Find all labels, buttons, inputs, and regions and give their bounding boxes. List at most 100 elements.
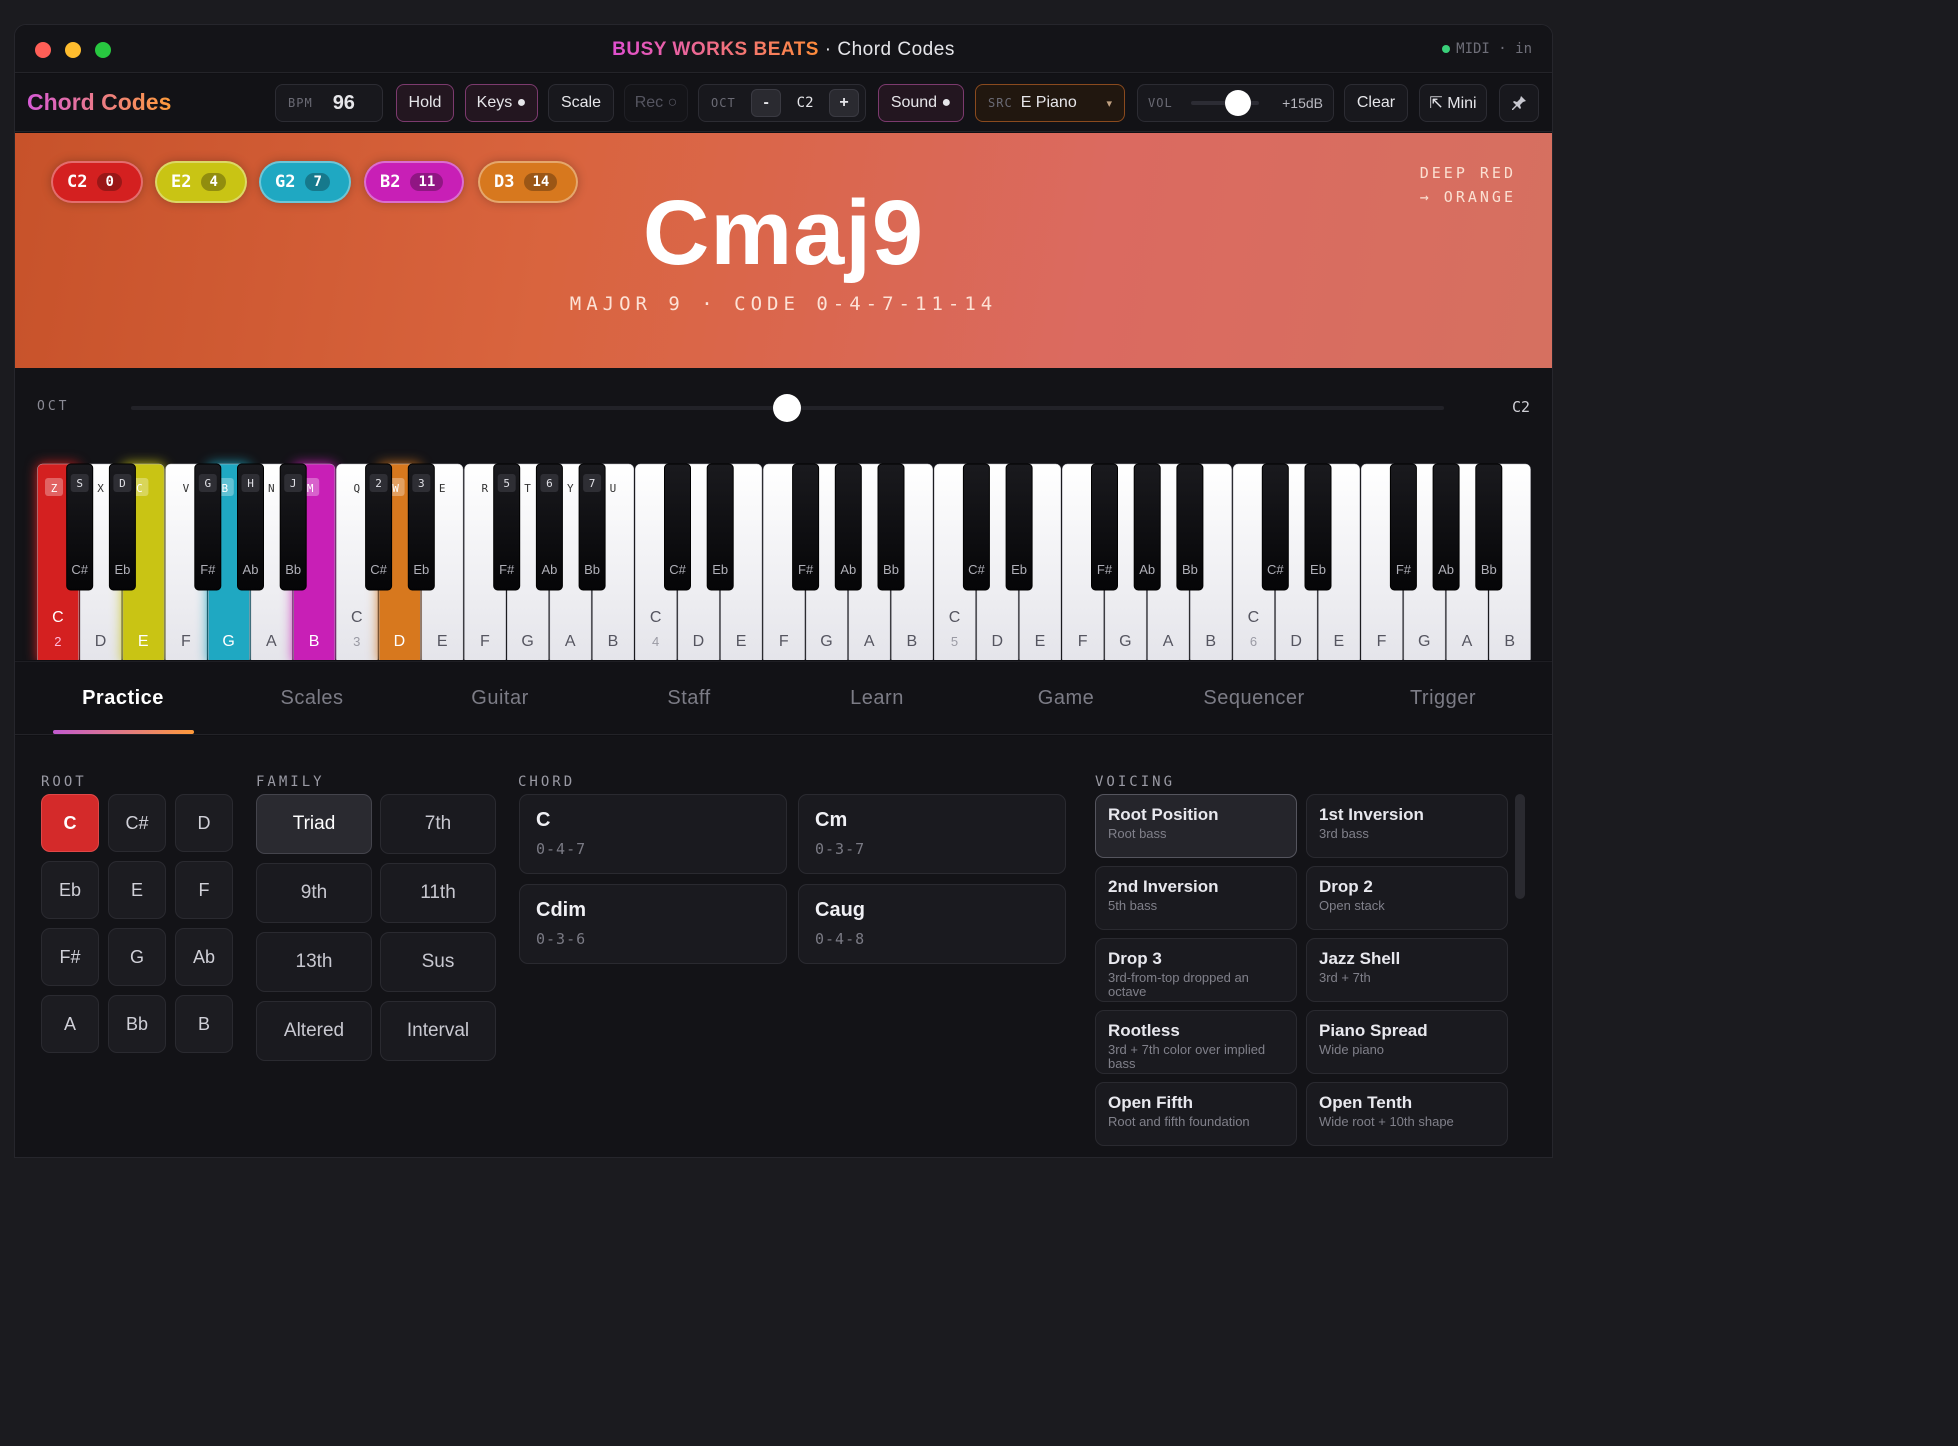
octave-label: OCT	[711, 96, 736, 110]
black-key[interactable]: C#	[962, 463, 990, 591]
tab-sequencer[interactable]: Sequencer	[1194, 687, 1314, 710]
white-key-label: F	[1377, 633, 1387, 650]
voicing-option[interactable]: Rootless 3rd + 7th color over implied bas…	[1095, 1010, 1297, 1074]
voicing-option[interactable]: Drop 2 Open stack	[1306, 866, 1508, 930]
voicing-name: Drop 2	[1319, 877, 1373, 896]
tab-guitar[interactable]: Guitar	[440, 687, 560, 710]
octave-down-button[interactable]: -	[751, 89, 782, 117]
black-key[interactable]: Eb	[706, 463, 734, 591]
family-button[interactable]: 7th	[380, 794, 496, 854]
black-key[interactable]: Ab	[1133, 463, 1161, 591]
bpm-field[interactable]: BPM 96	[275, 84, 383, 122]
sound-toggle[interactable]: Sound ●	[878, 84, 964, 122]
chord-card[interactable]: Cm 0-3-7	[798, 794, 1066, 874]
root-button[interactable]: G	[108, 928, 166, 986]
clear-button[interactable]: Clear	[1344, 84, 1408, 122]
tab-staff[interactable]: Staff	[629, 687, 749, 710]
black-key[interactable]: F#	[1389, 463, 1417, 591]
family-button[interactable]: 13th	[256, 932, 372, 992]
chord-card[interactable]: Caug 0-4-8	[798, 884, 1066, 964]
family-button[interactable]: Altered	[256, 1001, 372, 1061]
black-key[interactable]: F#	[792, 463, 820, 591]
root-button[interactable]: E	[108, 861, 166, 919]
octave-slider-thumb[interactable]	[773, 394, 801, 422]
octave-slider-value: C2	[1511, 398, 1530, 416]
black-key[interactable]: Bb J	[279, 463, 307, 591]
black-key[interactable]: Bb	[877, 463, 905, 591]
chord-card[interactable]: C 0-4-7	[519, 794, 787, 874]
black-key-shortcut: D	[119, 477, 126, 490]
family-button[interactable]: 11th	[380, 863, 496, 923]
keys-toggle[interactable]: Keys ●	[465, 84, 538, 122]
volume-slider-thumb[interactable]	[1225, 90, 1252, 116]
black-key[interactable]: Eb	[1304, 463, 1332, 591]
voicing-option[interactable]: 1st Inversion 3rd bass	[1306, 794, 1508, 858]
voicing-option[interactable]: Open Tenth Wide root + 10th shape	[1306, 1082, 1508, 1146]
root-button[interactable]: Eb	[41, 861, 99, 919]
root-button[interactable]: Bb	[108, 995, 166, 1053]
white-key-label: F	[779, 633, 789, 650]
family-button[interactable]: Sus	[380, 932, 496, 992]
white-key-shortcut: B	[221, 482, 228, 495]
voicing-option[interactable]: Jazz Shell 3rd + 7th	[1306, 938, 1508, 1002]
black-key-label: C#	[1267, 562, 1284, 577]
scale-button[interactable]: Scale	[548, 84, 614, 122]
tab-scales[interactable]: Scales	[252, 687, 372, 710]
root-button[interactable]: Ab	[175, 928, 233, 986]
black-key[interactable]: Eb	[1005, 463, 1033, 591]
app-window: BUSY WORKS BEATS · Chord Codes MIDI · in…	[14, 24, 1553, 1158]
source-select[interactable]: SRC E Piano ▾	[975, 84, 1125, 122]
root-button[interactable]: B	[175, 995, 233, 1053]
hold-button[interactable]: Hold	[396, 84, 454, 122]
root-button[interactable]: A	[41, 995, 99, 1053]
black-key[interactable]: F#	[1091, 463, 1118, 591]
voicing-section-label: VOICING	[1095, 774, 1176, 790]
root-button[interactable]: F#	[41, 928, 99, 986]
black-key[interactable]: F# 5	[493, 463, 521, 591]
family-button[interactable]: 9th	[256, 863, 372, 923]
tab-practice[interactable]: Practice	[63, 687, 183, 710]
voicing-option[interactable]: Root Position Root bass	[1095, 794, 1297, 858]
white-key-octave: 6	[1250, 634, 1257, 649]
voicing-option[interactable]: 2nd Inversion 5th bass	[1095, 866, 1297, 930]
black-key[interactable]: Ab	[834, 463, 862, 591]
root-button[interactable]: D	[175, 794, 233, 852]
black-key[interactable]: Ab 6	[535, 463, 563, 591]
family-button[interactable]: Triad	[256, 794, 372, 854]
black-key[interactable]: Bb	[1176, 463, 1204, 591]
white-key-shortcut: Y	[567, 482, 574, 495]
record-button[interactable]: Rec ○	[624, 84, 688, 122]
black-key[interactable]: Bb 7	[578, 463, 606, 591]
black-key[interactable]: Eb D	[108, 463, 136, 591]
voicing-option[interactable]: Open Fifth Root and fifth foundation	[1095, 1082, 1297, 1146]
family-button[interactable]: Interval	[380, 1001, 496, 1061]
black-key[interactable]: C# 2	[365, 463, 393, 591]
black-key[interactable]: C#	[664, 463, 691, 591]
black-key[interactable]: C# S	[66, 463, 94, 591]
white-key-label: A	[864, 633, 875, 650]
black-key-label: Ab	[541, 562, 557, 577]
octave-up-button[interactable]: +	[829, 89, 859, 117]
black-key[interactable]: Ab	[1432, 463, 1460, 591]
voicing-option[interactable]: Drop 3 3rd-from-top dropped an octave	[1095, 938, 1297, 1002]
black-key[interactable]: C#	[1261, 463, 1289, 591]
chevron-down-icon: ▾	[1106, 97, 1112, 110]
root-button[interactable]: F	[175, 861, 233, 919]
volume-slider[interactable]	[1190, 90, 1259, 116]
root-button[interactable]: C#	[108, 794, 166, 852]
tab-trigger[interactable]: Trigger	[1383, 687, 1503, 710]
root-button[interactable]: C	[41, 794, 99, 852]
mini-button[interactable]: ⇱ Mini	[1419, 84, 1487, 122]
chord-color-note: DEEP RED → ORANGE	[1420, 161, 1516, 209]
tab-learn[interactable]: Learn	[817, 687, 937, 710]
black-key[interactable]: Bb	[1475, 463, 1503, 591]
pin-button[interactable]	[1499, 84, 1539, 122]
black-key[interactable]: F# G	[194, 463, 222, 591]
black-key[interactable]: Eb 3	[407, 463, 435, 591]
chord-card-code: 0-4-7	[536, 840, 587, 858]
voicing-scrollbar[interactable]	[1515, 794, 1525, 899]
voicing-option[interactable]: Piano Spread Wide piano	[1306, 1010, 1508, 1074]
tab-game[interactable]: Game	[1006, 687, 1126, 710]
black-key[interactable]: Ab H	[237, 463, 264, 591]
chord-card[interactable]: Cdim 0-3-6	[519, 884, 787, 964]
